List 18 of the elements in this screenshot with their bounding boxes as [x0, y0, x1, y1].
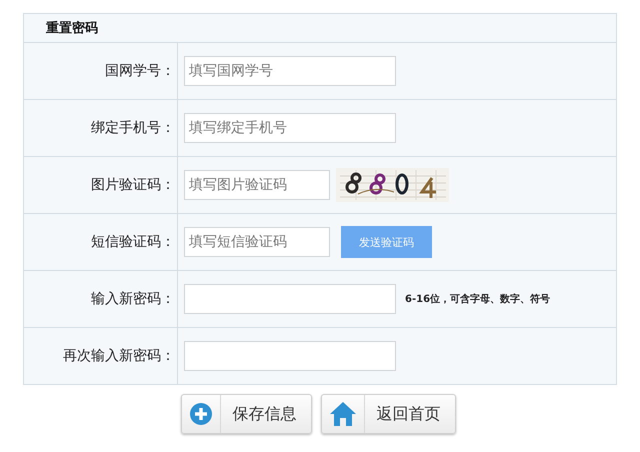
home-button[interactable]: 返回首页	[320, 394, 456, 434]
save-button[interactable]: 保存信息	[180, 394, 312, 434]
field-label: 国网学号：	[105, 62, 175, 80]
input-field[interactable]: 填写绑定手机号	[184, 113, 396, 143]
field-label: 短信验证码：	[91, 233, 175, 251]
plus-icon	[188, 402, 212, 426]
input-field[interactable]: 填写短信验证码	[184, 227, 330, 257]
house-icon	[328, 401, 356, 427]
field-label: 再次输入新密码：	[63, 347, 175, 365]
input-field[interactable]: 填写国网学号	[184, 56, 396, 86]
password-hint: 6-16位，可含字母、数字、符号	[405, 292, 550, 306]
field-label: 图片验证码：	[91, 176, 175, 194]
field-label: 绑定手机号：	[91, 119, 175, 137]
field-label: 输入新密码：	[91, 290, 175, 308]
input-field[interactable]: 填写图片验证码	[184, 170, 330, 200]
input-field[interactable]	[184, 284, 396, 314]
input-field[interactable]	[184, 341, 396, 371]
form-title: 重置密码	[46, 20, 98, 37]
